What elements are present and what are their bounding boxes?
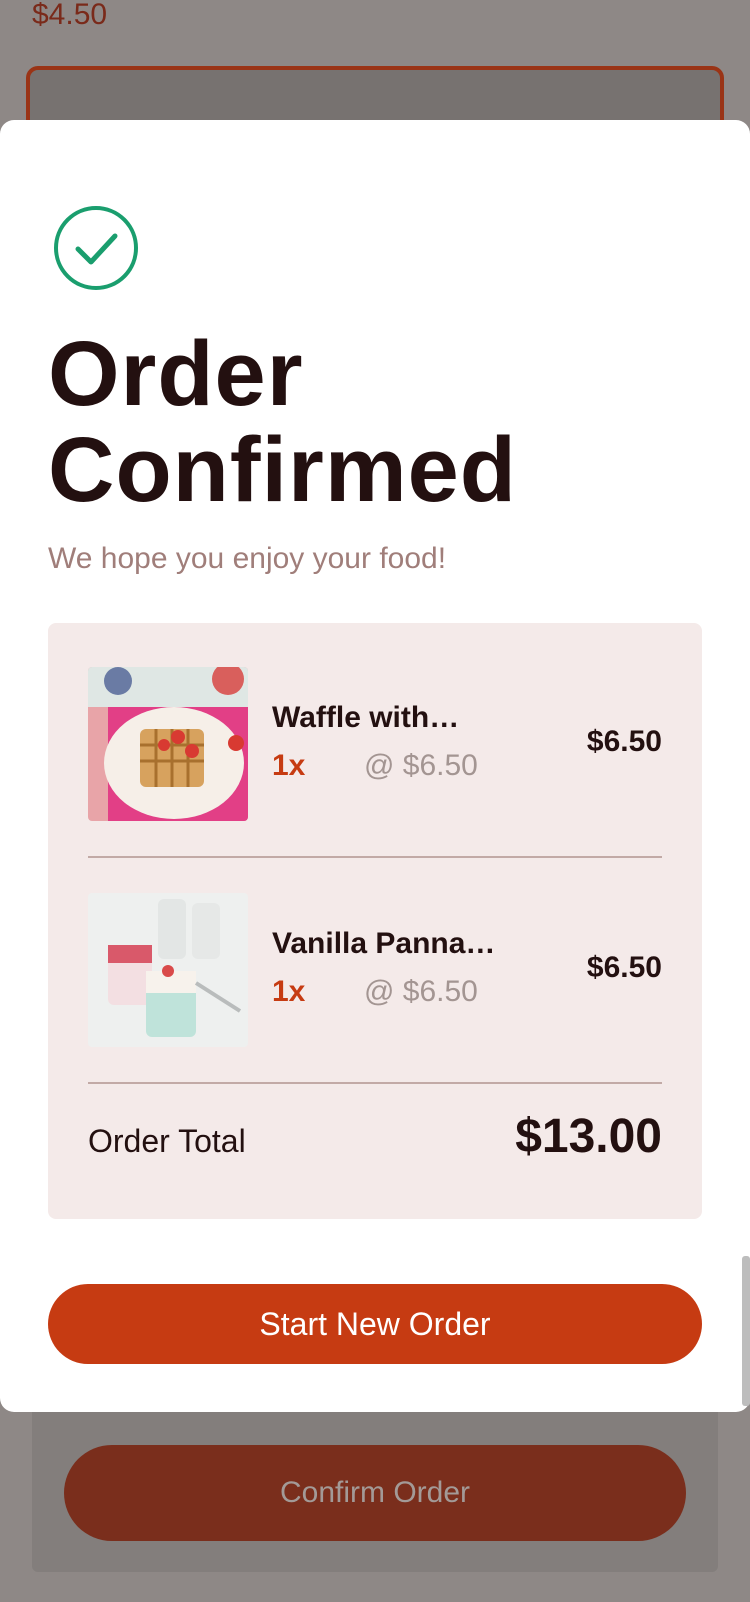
order-total-value: $13.00 <box>515 1110 662 1163</box>
item-divider <box>88 1082 662 1084</box>
item-name: Waffle with… <box>272 701 460 734</box>
confirm-order-button: Confirm Order <box>64 1445 686 1541</box>
check-circle-icon <box>54 206 138 290</box>
scrollbar[interactable] <box>742 1256 750 1406</box>
order-confirmed-modal: Order Confirmed We hope you enjoy your f… <box>0 120 750 1412</box>
waffle-photo <box>88 667 248 821</box>
item-unit-price: @ $6.50 <box>364 749 478 782</box>
item-line-total: $6.50 <box>586 725 662 758</box>
item-unit-price: @ $6.50 <box>364 975 478 1008</box>
page-subtitle: We hope you enjoy your food! <box>48 542 447 575</box>
order-summary: Waffle with… 1x @ $6.50 $6.50 Vanilla Pa… <box>48 623 702 1219</box>
order-total-label: Order Total <box>88 1123 246 1159</box>
start-new-order-button[interactable]: Start New Order <box>48 1284 702 1364</box>
item-quantity: 1x <box>272 975 306 1008</box>
order-item: Waffle with… 1x @ $6.50 $6.50 <box>88 667 662 821</box>
item-quantity: 1x <box>272 749 306 782</box>
item-name: Vanilla Panna… <box>272 927 496 960</box>
background-item-price: $4.50 <box>32 0 108 31</box>
page-title: Order Confirmed <box>48 323 517 521</box>
order-item: Vanilla Panna… 1x @ $6.50 $6.50 <box>88 893 662 1047</box>
item-divider <box>88 856 662 858</box>
panna-cotta-photo <box>88 893 248 1047</box>
item-line-total: $6.50 <box>586 951 662 984</box>
